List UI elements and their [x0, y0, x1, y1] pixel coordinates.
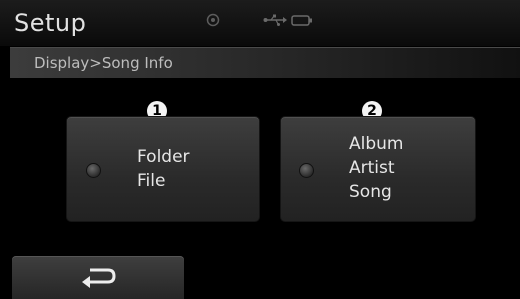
option-line: Folder: [137, 147, 190, 167]
usb-icon: [263, 14, 287, 26]
battery-icon: [291, 15, 312, 26]
option-line: File: [137, 171, 166, 191]
option-line: Song: [349, 182, 392, 202]
back-arrow-icon: [82, 268, 116, 288]
back-button[interactable]: [12, 256, 184, 299]
radio-indicator: [86, 163, 101, 178]
option-line: Artist: [349, 158, 395, 178]
radio-indicator: [299, 163, 314, 178]
header-bar: Setup: [0, 0, 520, 46]
option-label: Album Artist Song: [349, 132, 403, 204]
option-line: Album: [349, 134, 404, 154]
option-album-artist-song-button[interactable]: Album Artist Song: [280, 116, 476, 222]
navigation-status-icon: [206, 13, 220, 27]
breadcrumb: Display>Song Info: [34, 54, 173, 72]
breadcrumb-bar: Display>Song Info: [10, 47, 520, 78]
screen-title: Setup: [14, 9, 87, 37]
option-label: Folder File: [137, 145, 190, 193]
option-folder-file-button[interactable]: Folder File: [66, 116, 260, 222]
setup-screen: Setup Display>Song Info 1 2 Folder File …: [0, 0, 520, 299]
